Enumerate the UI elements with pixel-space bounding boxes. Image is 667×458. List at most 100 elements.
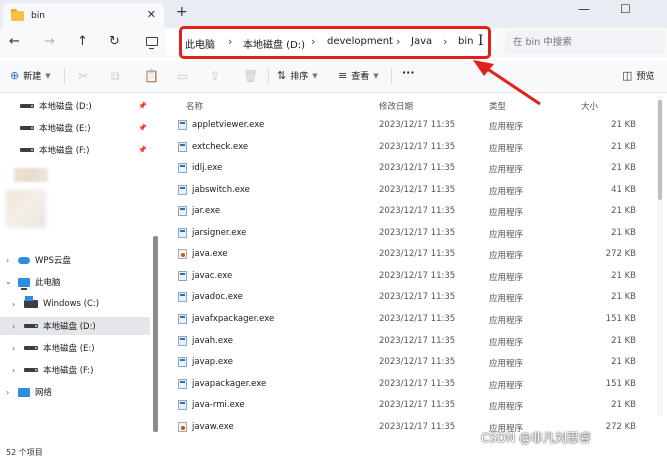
preview-pane-button[interactable]: ◫ 预览 bbox=[622, 69, 654, 82]
file-row[interactable]: appletviewer.exe 2023/12/17 11:35 应用程序 21 K… bbox=[164, 115, 654, 137]
file-type: 应用程序 bbox=[489, 294, 524, 305]
divider bbox=[268, 68, 269, 84]
exe-icon bbox=[178, 120, 187, 130]
more-options-icon[interactable]: ··· bbox=[402, 66, 415, 79]
cut-icon[interactable]: ✂ bbox=[78, 69, 88, 83]
file-row[interactable]: java.exe 2023/12/17 11:35 应用程序 272 KB bbox=[164, 244, 654, 266]
java-icon bbox=[178, 249, 187, 260]
maximize-button[interactable]: ☐ bbox=[620, 2, 631, 16]
file-row[interactable]: javap.exe 2023/12/17 11:35 应用程序 21 KB bbox=[164, 352, 654, 374]
file-size: 21 KB bbox=[611, 141, 636, 152]
chevron-right-icon[interactable]: › bbox=[12, 366, 15, 375]
file-type: 应用程序 bbox=[489, 337, 524, 348]
file-size: 21 KB bbox=[611, 270, 636, 281]
tab-bin[interactable]: bin ✕ bbox=[3, 3, 164, 28]
file-modified: 2023/12/17 11:35 bbox=[379, 378, 456, 389]
navigation-pane: 本地磁盘 (D:) 📌 本地磁盘 (E:) 📌 本地磁盘 (F:) 📌 › WP… bbox=[0, 94, 160, 444]
file-row[interactable]: jabswitch.exe 2023/12/17 11:35 应用程序 41 KB bbox=[164, 180, 654, 202]
command-bar: ⊕ 新建 ▼ ✂ ⧉ 📋 ▭ ⇪ 🗑 ⇅ 排序 ▼ ≡ 查看 ▼ ··· ◫ 预… bbox=[0, 60, 667, 93]
chevron-down-icon[interactable]: ⌄ bbox=[5, 277, 12, 286]
chevron-right-icon[interactable]: › bbox=[6, 388, 9, 397]
file-list: 名称 修改日期 类型 大小 appletviewer.exe 2023/12/17… bbox=[164, 94, 667, 444]
chevron-right-icon[interactable]: › bbox=[12, 344, 15, 353]
file-size: 21 KB bbox=[611, 400, 636, 411]
sidebar-item-drive-d[interactable]: › 本地磁盘 (D:) bbox=[0, 317, 150, 335]
view-icon: ≡ bbox=[338, 69, 348, 82]
file-modified: 2023/12/17 11:35 bbox=[379, 249, 456, 260]
file-size: 41 KB bbox=[611, 184, 636, 195]
exe-icon bbox=[178, 184, 187, 195]
file-size: 151 KB bbox=[605, 378, 636, 389]
delete-icon[interactable]: 🗑 bbox=[243, 69, 258, 83]
file-row[interactable]: javafxpackager.exe 2023/12/17 11:35 应用程序 15… bbox=[164, 309, 654, 331]
refresh-button[interactable]: ↻ bbox=[109, 34, 120, 49]
quick-access-drive-d[interactable]: 本地磁盘 (D:) 📌 bbox=[0, 97, 150, 115]
paste-icon[interactable]: 📋 bbox=[144, 69, 159, 83]
up-button[interactable]: ↑ bbox=[77, 34, 88, 49]
back-button[interactable]: ← bbox=[9, 34, 20, 49]
scrollbar-thumb[interactable] bbox=[658, 100, 662, 200]
exe-icon bbox=[178, 313, 187, 324]
chevron-right-icon[interactable]: › bbox=[12, 300, 15, 309]
chevron-right-icon[interactable]: › bbox=[12, 322, 15, 331]
quick-access-drive-e[interactable]: 本地磁盘 (E:) 📌 bbox=[0, 119, 150, 137]
view-button[interactable]: ≡ 查看 ▼ bbox=[338, 69, 379, 82]
file-type: 应用程序 bbox=[489, 165, 524, 176]
drive-icon bbox=[24, 324, 38, 328]
file-modified: 2023/12/17 11:35 bbox=[379, 421, 456, 432]
minimize-button[interactable]: — bbox=[578, 2, 590, 16]
tab-close-icon[interactable]: ✕ bbox=[147, 8, 156, 21]
file-row[interactable]: javah.exe 2023/12/17 11:35 应用程序 21 KB bbox=[164, 331, 654, 353]
file-type: 应用程序 bbox=[489, 229, 524, 240]
sidebar-item-wps[interactable]: › WPS云盘 bbox=[0, 251, 150, 269]
file-row[interactable]: javac.exe 2023/12/17 11:35 应用程序 21 KB bbox=[164, 266, 654, 288]
share-icon[interactable]: ⇪ bbox=[210, 69, 220, 83]
new-tab-button[interactable]: + bbox=[176, 4, 188, 20]
file-row[interactable]: extcheck.exe 2023/12/17 11:35 应用程序 21 KB bbox=[164, 137, 654, 159]
sidebar-item-drive-c[interactable]: › Windows (C:) bbox=[0, 295, 150, 313]
sidebar-scrollbar[interactable] bbox=[153, 236, 158, 432]
copy-icon[interactable]: ⧉ bbox=[111, 69, 120, 84]
file-name: idlj.exe bbox=[192, 163, 223, 174]
sidebar-item-label: 本地磁盘 (F:) bbox=[43, 366, 94, 376]
pin-icon: 📌 bbox=[138, 146, 147, 154]
sidebar-item-label: 本地磁盘 (D:) bbox=[39, 102, 92, 112]
file-size: 151 KB bbox=[605, 313, 636, 324]
rename-icon[interactable]: ▭ bbox=[177, 69, 188, 83]
sidebar-item-label: 此电脑 bbox=[35, 278, 61, 288]
file-modified: 2023/12/17 11:35 bbox=[379, 313, 456, 324]
file-name: javadoc.exe bbox=[192, 292, 243, 303]
sort-icon: ⇅ bbox=[277, 69, 287, 82]
file-row[interactable]: idlj.exe 2023/12/17 11:35 应用程序 21 KB bbox=[164, 158, 654, 180]
sort-button[interactable]: ⇅ 排序 ▼ bbox=[277, 69, 318, 82]
file-row[interactable]: java-rmi.exe 2023/12/17 11:35 应用程序 21 KB bbox=[164, 395, 654, 417]
drive-icon bbox=[20, 126, 34, 130]
exe-icon bbox=[178, 163, 187, 174]
new-button[interactable]: ⊕ 新建 ▼ bbox=[10, 69, 51, 82]
file-row[interactable]: jar.exe 2023/12/17 11:35 应用程序 21 KB bbox=[164, 201, 654, 223]
file-row[interactable]: javapackager.exe 2023/12/17 11:35 应用程序 151 … bbox=[164, 374, 654, 396]
exe-icon bbox=[178, 378, 187, 389]
file-row[interactable]: javadoc.exe 2023/12/17 11:35 应用程序 21 KB bbox=[164, 287, 654, 309]
file-type: 应用程序 bbox=[489, 359, 524, 370]
file-modified: 2023/12/17 11:35 bbox=[379, 270, 456, 281]
file-row[interactable]: jarsigner.exe 2023/12/17 11:35 应用程序 21 KB bbox=[164, 223, 654, 245]
sidebar-item-network[interactable]: › 网络 bbox=[0, 383, 150, 401]
sidebar-item-drive-e[interactable]: › 本地磁盘 (E:) bbox=[0, 339, 150, 357]
forward-button[interactable]: → bbox=[44, 34, 55, 49]
quick-access-drive-f[interactable]: 本地磁盘 (F:) 📌 bbox=[0, 141, 150, 159]
exe-icon bbox=[178, 335, 187, 346]
search-input[interactable] bbox=[505, 30, 665, 54]
file-name: jarsigner.exe bbox=[192, 227, 247, 238]
chevron-right-icon[interactable]: › bbox=[6, 256, 9, 265]
file-name: javapackager.exe bbox=[192, 378, 267, 389]
file-type: 应用程序 bbox=[489, 208, 524, 219]
sidebar-item-this-pc[interactable]: ⌄ 此电脑 bbox=[0, 273, 150, 291]
column-header-modified[interactable]: 修改日期 bbox=[379, 100, 413, 112]
sidebar-item-drive-f[interactable]: › 本地磁盘 (F:) bbox=[0, 361, 150, 379]
file-type: 应用程序 bbox=[489, 122, 524, 132]
file-type: 应用程序 bbox=[489, 315, 524, 326]
column-header-type[interactable]: 类型 bbox=[489, 100, 506, 112]
column-header-size[interactable]: 大小 bbox=[581, 100, 598, 112]
column-header-name[interactable]: 名称 bbox=[186, 100, 203, 112]
